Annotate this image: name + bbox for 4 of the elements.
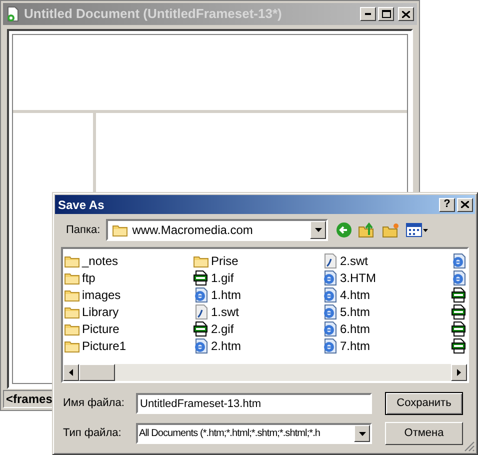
- filetype-label: Тип файла:: [63, 426, 122, 442]
- folder-label: Папка:: [66, 222, 100, 238]
- dialog-title: Save As: [58, 196, 104, 214]
- window-title: Untitled Document (UntitledFrameset-13*): [24, 5, 282, 24]
